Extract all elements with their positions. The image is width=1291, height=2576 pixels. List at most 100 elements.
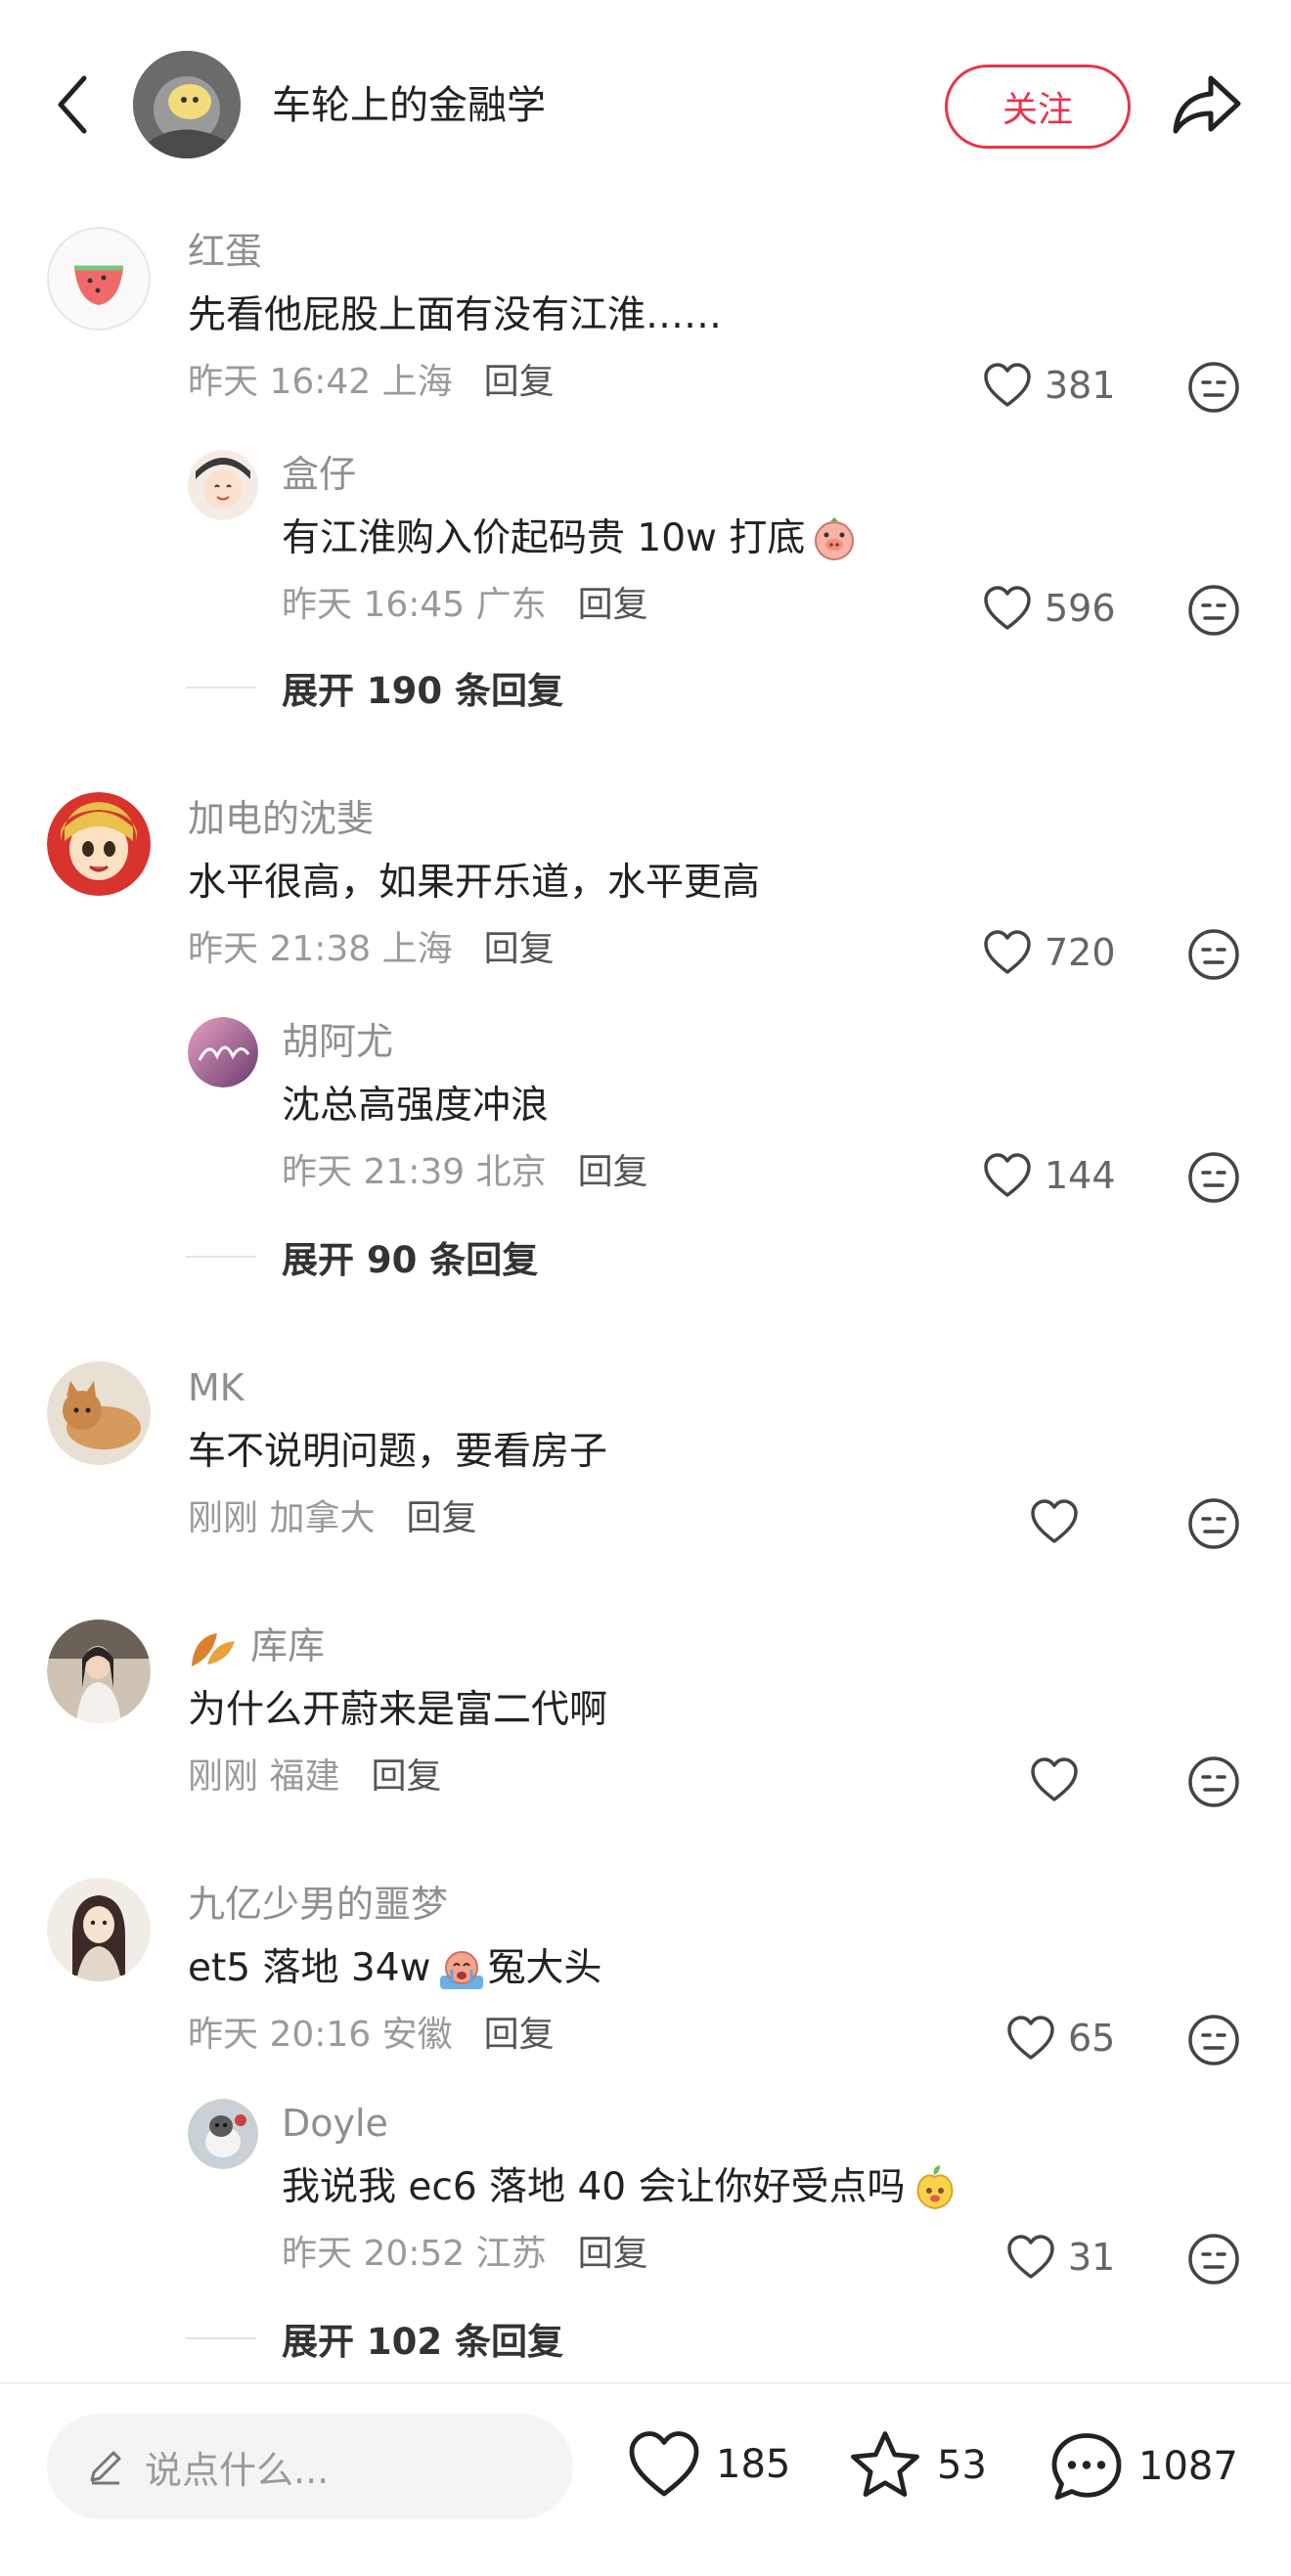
pig-emoji-icon	[815, 517, 855, 560]
like-button[interactable]: 381	[982, 362, 1116, 409]
comment-time-location: 昨天 20:16 安徽	[188, 2015, 453, 2055]
bottom-bar: 说点什么... 185 53 1087	[0, 2382, 1291, 2576]
comment-text-row: et5 落地 34w 冤大头	[188, 1942, 601, 1995]
like-button[interactable]: 65	[1005, 2015, 1136, 2062]
comment-input-placeholder: 说点什么...	[145, 2448, 330, 2492]
like-button[interactable]	[1029, 1498, 1080, 1545]
like-count: 720	[1045, 931, 1116, 974]
like-button[interactable]	[1029, 1756, 1080, 1803]
reply-button[interactable]: 回复	[406, 1498, 476, 1538]
dislike-face-icon[interactable]	[1187, 2014, 1240, 2066]
reply-time-location: 昨天 21:39 北京	[282, 1152, 547, 1192]
heart-icon	[1031, 1757, 1078, 1801]
peach-emoji-icon	[917, 2165, 954, 2210]
reply-button[interactable]: 回复	[484, 929, 555, 969]
comment-username[interactable]: 红蛋	[188, 227, 262, 276]
like-count: 65	[1068, 2017, 1116, 2060]
reply-button[interactable]: 回复	[484, 2015, 555, 2055]
like-count: 144	[1045, 1154, 1116, 1197]
back-arrow-icon[interactable]	[49, 70, 98, 139]
reply-username[interactable]: 盒仔	[282, 450, 356, 499]
dislike-face-icon[interactable]	[1187, 1151, 1240, 1204]
expand-replies-label: 展开 102 条回复	[282, 2321, 563, 2363]
like-button[interactable]: 31	[1005, 2234, 1136, 2281]
reply-user-avatar[interactable]	[188, 450, 258, 520]
reply-meta: 昨天 21:39 北京 回复	[282, 1148, 648, 1197]
post-like-button[interactable]: 185	[626, 2429, 790, 2500]
comment-text: 为什么开蔚来是富二代啊	[188, 1688, 608, 1732]
like-button[interactable]: 596	[982, 585, 1116, 632]
leaf-badge-icon	[192, 1632, 235, 1666]
dislike-face-icon[interactable]	[1187, 1497, 1240, 1550]
reply-text: 我说我 ec6 落地 40 会让你好受点吗	[282, 2165, 906, 2209]
reply-username[interactable]: Doyle	[282, 2099, 388, 2148]
comment-text-suffix: 冤大头	[487, 1946, 602, 1990]
share-icon[interactable]	[1170, 70, 1244, 139]
reply-meta: 昨天 20:52 江苏 回复	[282, 2230, 648, 2279]
heart-icon	[629, 2431, 699, 2497]
reply-username[interactable]: 胡阿尤	[282, 1017, 393, 1066]
comment-username-row: 库库	[188, 1621, 325, 1670]
post-star-button[interactable]: 53	[847, 2429, 987, 2502]
comment-input[interactable]: 说点什么...	[47, 2414, 573, 2519]
comment-meta: 昨天 20:16 安徽 回复	[188, 2011, 555, 2060]
heart-icon	[1031, 1499, 1078, 1543]
post-comment-button[interactable]: 1087	[1048, 2429, 1238, 2504]
reply-button[interactable]: 回复	[371, 1756, 441, 1797]
reply-button[interactable]: 回复	[578, 1152, 648, 1192]
heart-icon	[1007, 2235, 1054, 2279]
comment-username[interactable]: 九亿少男的噩梦	[188, 1880, 448, 1929]
reply-meta: 昨天 16:45 广东 回复	[282, 581, 648, 630]
user-avatar[interactable]	[47, 1620, 151, 1723]
comment-username[interactable]: 库库	[250, 1624, 325, 1667]
dislike-face-icon[interactable]	[1187, 361, 1240, 414]
divider	[186, 687, 256, 688]
reply-button[interactable]: 回复	[484, 362, 555, 402]
reply-button[interactable]: 回复	[578, 2234, 648, 2274]
comment-username[interactable]: 加电的沈斐	[188, 794, 374, 843]
account-avatar[interactable]	[133, 51, 241, 158]
reply-text: 沈总高强度冲浪	[282, 1084, 550, 1128]
comment-meta: 刚刚 福建 回复	[188, 1753, 441, 1801]
star-icon	[851, 2431, 919, 2497]
comment-bubble-icon	[1051, 2433, 1122, 2500]
reply-user-avatar[interactable]	[188, 2099, 258, 2169]
divider	[186, 1256, 256, 1258]
comment-text: et5 落地 34w	[188, 1946, 431, 1990]
like-button[interactable]: 144	[982, 1152, 1116, 1199]
comment-time-location: 昨天 21:38 上海	[188, 929, 453, 969]
reply-text: 有江淮购入价起码贵 10w 打底	[282, 516, 806, 560]
dislike-face-icon[interactable]	[1187, 1755, 1240, 1808]
reply-text-row: 有江淮购入价起码贵 10w 打底	[282, 512, 858, 565]
comment-text: 先看他屁股上面有没有江淮……	[188, 293, 723, 337]
comment-time-location: 刚刚 福建	[188, 1756, 340, 1797]
reply-time-location: 昨天 16:45 广东	[282, 585, 547, 625]
heart-icon	[984, 363, 1031, 407]
dislike-face-icon[interactable]	[1187, 2233, 1240, 2286]
crying-emoji-icon	[440, 1951, 484, 1989]
comment-meta: 刚刚 加拿大 回复	[188, 1494, 476, 1543]
comment-username[interactable]: MK	[188, 1363, 245, 1412]
reply-button[interactable]: 回复	[578, 585, 648, 625]
follow-button[interactable]: 关注	[945, 65, 1131, 149]
post-like-count: 185	[716, 2442, 791, 2487]
dislike-face-icon[interactable]	[1187, 584, 1240, 637]
reply-text-row: 我说我 ec6 落地 40 会让你好受点吗	[282, 2161, 959, 2214]
pencil-icon	[90, 2451, 121, 2485]
post-star-count: 53	[937, 2443, 987, 2488]
like-button[interactable]: 720	[982, 929, 1116, 976]
reply-time-location: 昨天 20:52 江苏	[282, 2234, 547, 2274]
divider	[186, 2337, 256, 2339]
comment-text: 车不说明问题，要看房子	[188, 1430, 608, 1474]
comment-text: 水平很高，如果开乐道，水平更高	[188, 861, 761, 905]
user-avatar[interactable]	[47, 792, 151, 896]
comment-time-location: 昨天 16:42 上海	[188, 362, 453, 402]
dislike-face-icon[interactable]	[1187, 928, 1240, 981]
user-avatar[interactable]	[47, 1878, 151, 1981]
user-avatar[interactable]	[47, 1361, 151, 1465]
user-avatar[interactable]	[47, 227, 151, 331]
like-count: 381	[1045, 364, 1116, 407]
reply-user-avatar[interactable]	[188, 1017, 258, 1088]
heart-icon	[984, 586, 1031, 630]
account-name[interactable]: 车轮上的金融学	[272, 78, 546, 133]
